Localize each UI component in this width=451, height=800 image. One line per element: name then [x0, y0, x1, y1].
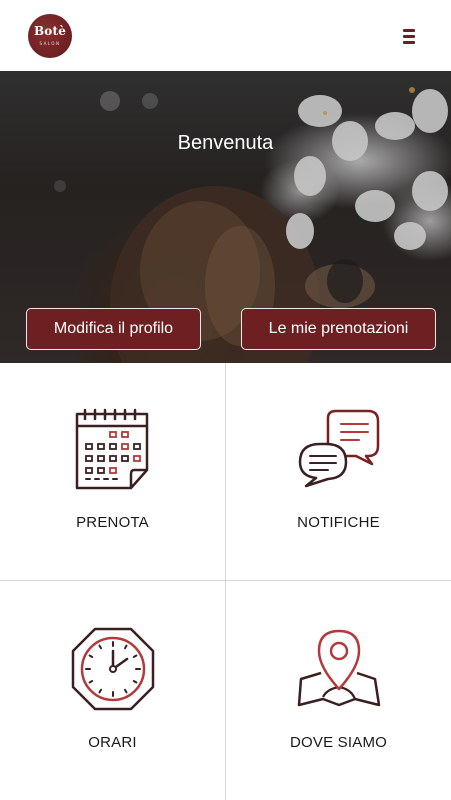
calendar-icon [75, 408, 148, 490]
tile-label: DOVE SIAMO [289, 734, 388, 751]
logo-text: Botè [33, 24, 67, 38]
menu-grid: PRENOTA NOTIFICHE ORARI DOVE SIAMO [0, 363, 451, 800]
tile-label: PRENOTA [76, 514, 149, 531]
edit-profile-button[interactable]: Modifica il profilo [26, 308, 201, 350]
hamburger-menu-icon[interactable] [396, 25, 422, 47]
tile-dove-siamo[interactable]: DOVE SIAMO [226, 581, 451, 800]
logo-subtext: SALON [39, 41, 61, 46]
tile-label: NOTIFICHE [297, 514, 380, 531]
tile-orari[interactable]: ORARI [0, 581, 225, 800]
app-header: Botè SALON [0, 0, 451, 71]
tile-label: ORARI [88, 734, 137, 751]
my-bookings-button[interactable]: Le mie prenotazioni [241, 308, 436, 350]
map-pin-icon [297, 629, 380, 707]
welcome-title: Benvenuta [177, 132, 274, 154]
hero-banner: Benvenuta Modifica il profilo Le mie pre… [0, 71, 451, 363]
brand-logo[interactable]: Botè SALON [28, 14, 72, 58]
clock-icon [71, 627, 154, 711]
chat-bubbles-icon [298, 409, 379, 488]
tile-prenota[interactable]: PRENOTA [0, 363, 225, 580]
tile-notifiche[interactable]: NOTIFICHE [226, 363, 451, 580]
